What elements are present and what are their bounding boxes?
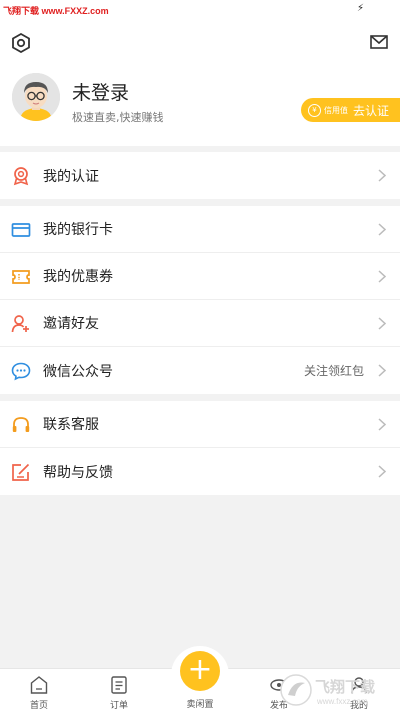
sell-idle-button[interactable]: +: [180, 651, 220, 691]
gear-icon[interactable]: [11, 33, 31, 53]
chevron-right-icon: [378, 465, 386, 478]
chevron-right-icon: [378, 364, 386, 377]
menu-group-support: 联系客服 帮助与反馈: [0, 401, 400, 495]
profile-header: 未登录 极速直卖,快速赚钱 ¥ 信用值 去认证: [0, 20, 400, 146]
mail-icon[interactable]: [370, 35, 388, 49]
menu-item-label: 帮助与反馈: [43, 464, 113, 481]
coupon-icon: [12, 270, 30, 284]
credit-coin-icon: ¥: [308, 103, 321, 117]
avatar-face-icon: [12, 73, 60, 121]
watermark-logo: 飞翔下载 www.fxxz.com: [280, 674, 375, 706]
bank-card-icon: [11, 223, 31, 237]
menu-item-label: 我的认证: [43, 168, 99, 185]
menu-item-label: 联系客服: [43, 417, 99, 433]
wechat-promo-text: 关注领红包: [303, 364, 364, 378]
certificate-icon: [13, 167, 29, 186]
verify-button[interactable]: ¥ 信用值 去认证: [301, 98, 400, 122]
order-icon: [111, 676, 127, 694]
chevron-right-icon: [378, 270, 386, 283]
menu-item-help-feedback[interactable]: 帮助与反馈: [0, 448, 400, 495]
menu-item-coupons[interactable]: 我的优惠券: [0, 253, 400, 300]
menu-item-certification[interactable]: 我的认证: [0, 152, 400, 199]
menu-group-certification: 我的认证: [0, 152, 400, 199]
menu-item-label: 我的优惠券: [43, 269, 113, 285]
menu-item-wechat[interactable]: 微信公众号 关注领红包: [0, 347, 400, 394]
chevron-right-icon: [378, 418, 386, 431]
verify-badge-small: 信用值: [324, 105, 348, 115]
nav-label: 首页: [29, 701, 48, 711]
status-bar: 飞翔下载 www.FXXZ.com ⚡: [0, 0, 400, 20]
wechat-icon: [11, 362, 31, 381]
watermark-logo-text: 飞翔下载: [315, 678, 375, 696]
home-icon: [30, 676, 48, 694]
menu-item-label: 邀请好友: [43, 316, 99, 332]
menu-item-customer-service[interactable]: 联系客服: [0, 401, 400, 448]
profile-subtitle: 极速直卖,快速赚钱: [72, 111, 164, 124]
status-watermark: 飞翔下载 www.FXXZ.com: [3, 6, 109, 16]
headset-icon: [12, 417, 30, 432]
chevron-right-icon: [378, 169, 386, 182]
nav-home[interactable]: 首页: [9, 669, 69, 712]
menu-item-label: 我的银行卡: [43, 222, 113, 238]
chevron-right-icon: [378, 223, 386, 236]
verify-badge-label: 去认证: [353, 103, 390, 118]
battery-icon: ⚡: [356, 3, 364, 14]
profile-name[interactable]: 未登录: [72, 78, 129, 105]
avatar[interactable]: [12, 73, 60, 121]
menu-group-account: 我的银行卡 我的优惠券 邀请好友 微信公众号 关注领红包: [0, 206, 400, 394]
menu-item-bank-card[interactable]: 我的银行卡: [0, 206, 400, 253]
sell-idle-label: 卖闲置: [186, 700, 214, 710]
menu-item-invite-friends[interactable]: 邀请好友: [0, 300, 400, 347]
nav-label: 订单: [109, 701, 128, 711]
invite-user-icon: [11, 315, 29, 333]
watermark-logo-url: www.fxxz.com: [316, 697, 368, 706]
menu-item-label: 微信公众号: [43, 363, 113, 380]
chevron-right-icon: [378, 317, 386, 330]
nav-orders[interactable]: 订单: [89, 669, 149, 712]
feedback-icon: [12, 463, 30, 481]
